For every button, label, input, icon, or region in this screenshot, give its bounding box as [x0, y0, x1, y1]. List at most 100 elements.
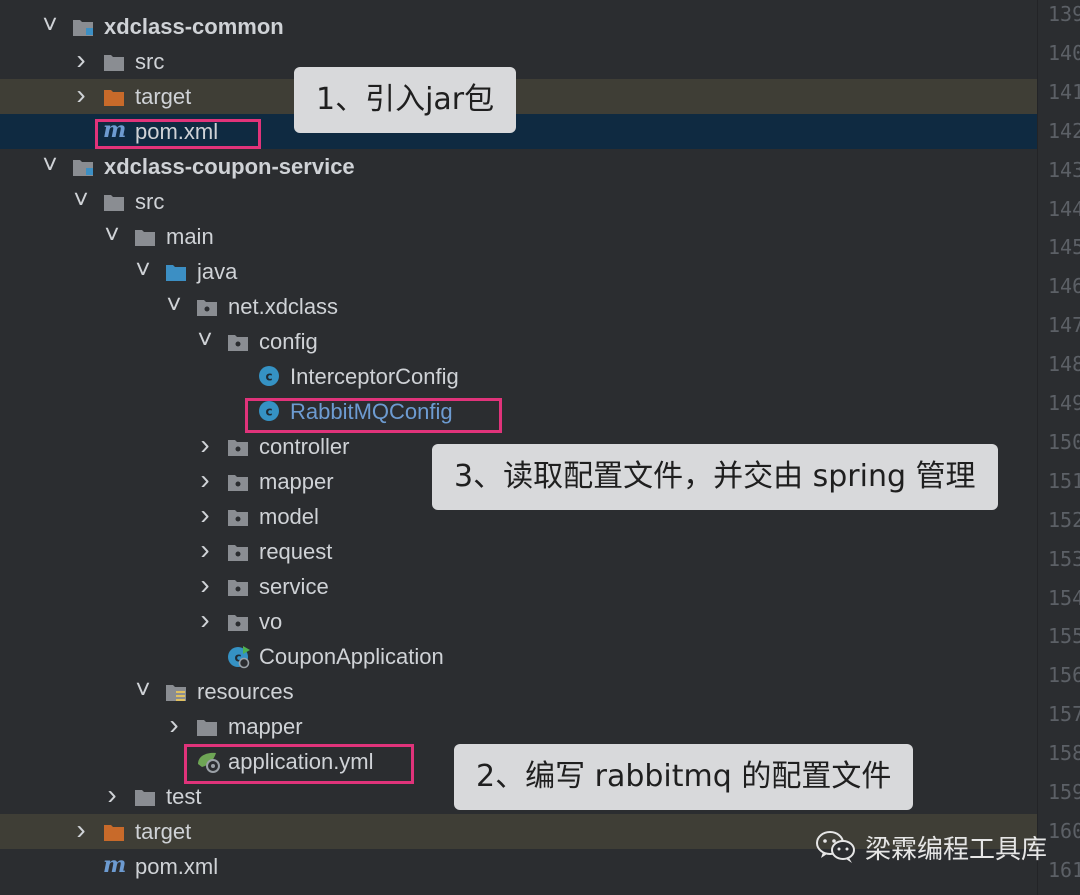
- line-number: 150: [1048, 429, 1080, 454]
- tree-row[interactable]: ˅ resources: [0, 674, 1037, 709]
- chevron-right-icon[interactable]: ›: [195, 499, 215, 534]
- tree-row-label: test: [166, 784, 202, 809]
- line-number: 142: [1048, 118, 1080, 143]
- tree-row-label: net.xdclass: [228, 294, 339, 319]
- tree-row-label: src: [135, 189, 165, 214]
- resources-folder-icon: [165, 682, 187, 702]
- callout-step-1: 1、引入jar包: [294, 67, 517, 133]
- line-number: 149: [1048, 391, 1080, 415]
- package-icon: [227, 332, 249, 352]
- line-number: 140: [1048, 40, 1080, 65]
- tree-row-label: config: [259, 329, 318, 354]
- tree-row-label: target: [135, 84, 192, 109]
- tree-row-label: xdclass-common: [104, 14, 284, 39]
- watermark: 梁霖编程工具库: [815, 827, 1047, 867]
- folder-icon: [103, 192, 125, 212]
- line-number: 139: [1048, 2, 1080, 26]
- tree-row[interactable]: › service: [0, 569, 1037, 604]
- line-number: 146: [1048, 274, 1080, 299]
- chevron-down-icon[interactable]: ˅: [195, 324, 215, 359]
- chevron-right-icon[interactable]: ›: [195, 569, 215, 604]
- wechat-icon: [816, 831, 855, 863]
- tree-row-label: model: [259, 504, 319, 529]
- highlight-pom-xml: [95, 119, 261, 149]
- tree-row[interactable]: ˅ net.xdclass: [0, 289, 1037, 324]
- tree-row[interactable]: › vo: [0, 604, 1037, 639]
- package-icon: [227, 437, 249, 457]
- tree-row-label: java: [197, 259, 238, 284]
- line-number: 155: [1048, 624, 1080, 649]
- tree-row-label: resources: [197, 679, 294, 704]
- folder-icon: [134, 787, 156, 807]
- excluded-folder-icon: [103, 87, 125, 107]
- spring-boot-class-icon: c: [227, 645, 250, 669]
- chevron-down-icon[interactable]: ˅: [133, 254, 153, 289]
- tree-row-label: service: [259, 574, 329, 599]
- module-folder-icon: [72, 157, 94, 177]
- line-number: 152: [1048, 507, 1080, 532]
- svg-text:c: c: [265, 370, 272, 384]
- chevron-right-icon[interactable]: ›: [71, 44, 91, 79]
- svg-text:m: m: [103, 854, 126, 876]
- java-class-icon: c: [258, 365, 280, 386]
- package-icon: [227, 612, 249, 632]
- package-icon: [227, 472, 249, 492]
- chevron-down-icon[interactable]: ˅: [102, 219, 122, 254]
- chevron-right-icon[interactable]: ›: [195, 534, 215, 569]
- line-number: 141: [1048, 79, 1080, 104]
- chevron-right-icon[interactable]: ›: [71, 814, 91, 849]
- chevron-down-icon[interactable]: ˅: [40, 149, 60, 184]
- tree-row-label: main: [166, 224, 214, 249]
- tree-row[interactable]: ˅ xdclass-common: [0, 9, 1037, 44]
- chevron-down-icon[interactable]: ˅: [71, 184, 91, 219]
- tree-row[interactable]: ˅ xdclass-coupon-service: [0, 149, 1037, 184]
- line-number: 161: [1048, 857, 1080, 882]
- tree-row-label: target: [135, 819, 192, 844]
- tree-row[interactable]: › mapper: [0, 709, 1037, 744]
- tree-row[interactable]: ˅ src: [0, 184, 1037, 219]
- tree-row[interactable]: ˅ java: [0, 254, 1037, 289]
- chevron-right-icon[interactable]: ›: [195, 429, 215, 464]
- tree-row[interactable]: ˅ main: [0, 219, 1037, 254]
- line-number: 159: [1048, 780, 1080, 804]
- tree-row-label: pom.xml: [135, 854, 219, 879]
- highlight-rabbitmq-config: [245, 398, 502, 433]
- tree-row[interactable]: › request: [0, 534, 1037, 569]
- line-number: 157: [1048, 702, 1080, 727]
- line-number: 158: [1048, 741, 1080, 766]
- tree-row[interactable]: c InterceptorConfig: [0, 359, 1037, 394]
- line-number: 145: [1048, 235, 1080, 260]
- folder-icon: [196, 717, 218, 737]
- chevron-down-icon[interactable]: ˅: [40, 9, 60, 44]
- chevron-right-icon[interactable]: ›: [195, 604, 215, 639]
- tree-row[interactable]: › target: [0, 79, 1037, 114]
- chevron-right-icon[interactable]: ›: [102, 779, 122, 814]
- tree-row-label: controller: [259, 434, 350, 459]
- line-number: 154: [1048, 585, 1080, 610]
- chevron-right-icon[interactable]: ›: [71, 79, 91, 114]
- package-icon: [227, 577, 249, 597]
- line-number-gutter: 139 140 141 142 143 144 145 146 147 148 149 150 151 1…: [1037, 0, 1080, 895]
- tree-row-label: xdclass-coupon-service: [104, 154, 355, 179]
- chevron-down-icon[interactable]: ˅: [164, 289, 184, 324]
- line-number: 147: [1048, 313, 1080, 338]
- tree-row[interactable]: › src: [0, 44, 1037, 79]
- chevron-right-icon[interactable]: ›: [195, 464, 215, 499]
- module-folder-icon: [72, 17, 94, 37]
- package-icon: [227, 542, 249, 562]
- source-folder-icon: [165, 262, 187, 282]
- tree-row[interactable]: c RabbitMQConfig: [0, 394, 1037, 429]
- line-number: 151: [1048, 468, 1080, 493]
- tree-row[interactable]: c CouponApplication: [0, 639, 1037, 674]
- chevron-right-icon[interactable]: ›: [164, 709, 184, 744]
- tree-row-label: mapper: [259, 469, 334, 494]
- line-number: 144: [1048, 196, 1080, 221]
- folder-icon: [103, 52, 125, 72]
- chevron-down-icon[interactable]: ˅: [133, 674, 153, 709]
- folder-icon: [134, 227, 156, 247]
- line-number: 143: [1048, 157, 1080, 182]
- line-number: 153: [1048, 546, 1080, 571]
- watermark-text: 梁霖编程工具库: [865, 834, 1048, 865]
- callout-step-2: 2、编写 rabbitmq 的配置文件: [454, 744, 914, 810]
- tree-row[interactable]: ˅ config: [0, 324, 1037, 359]
